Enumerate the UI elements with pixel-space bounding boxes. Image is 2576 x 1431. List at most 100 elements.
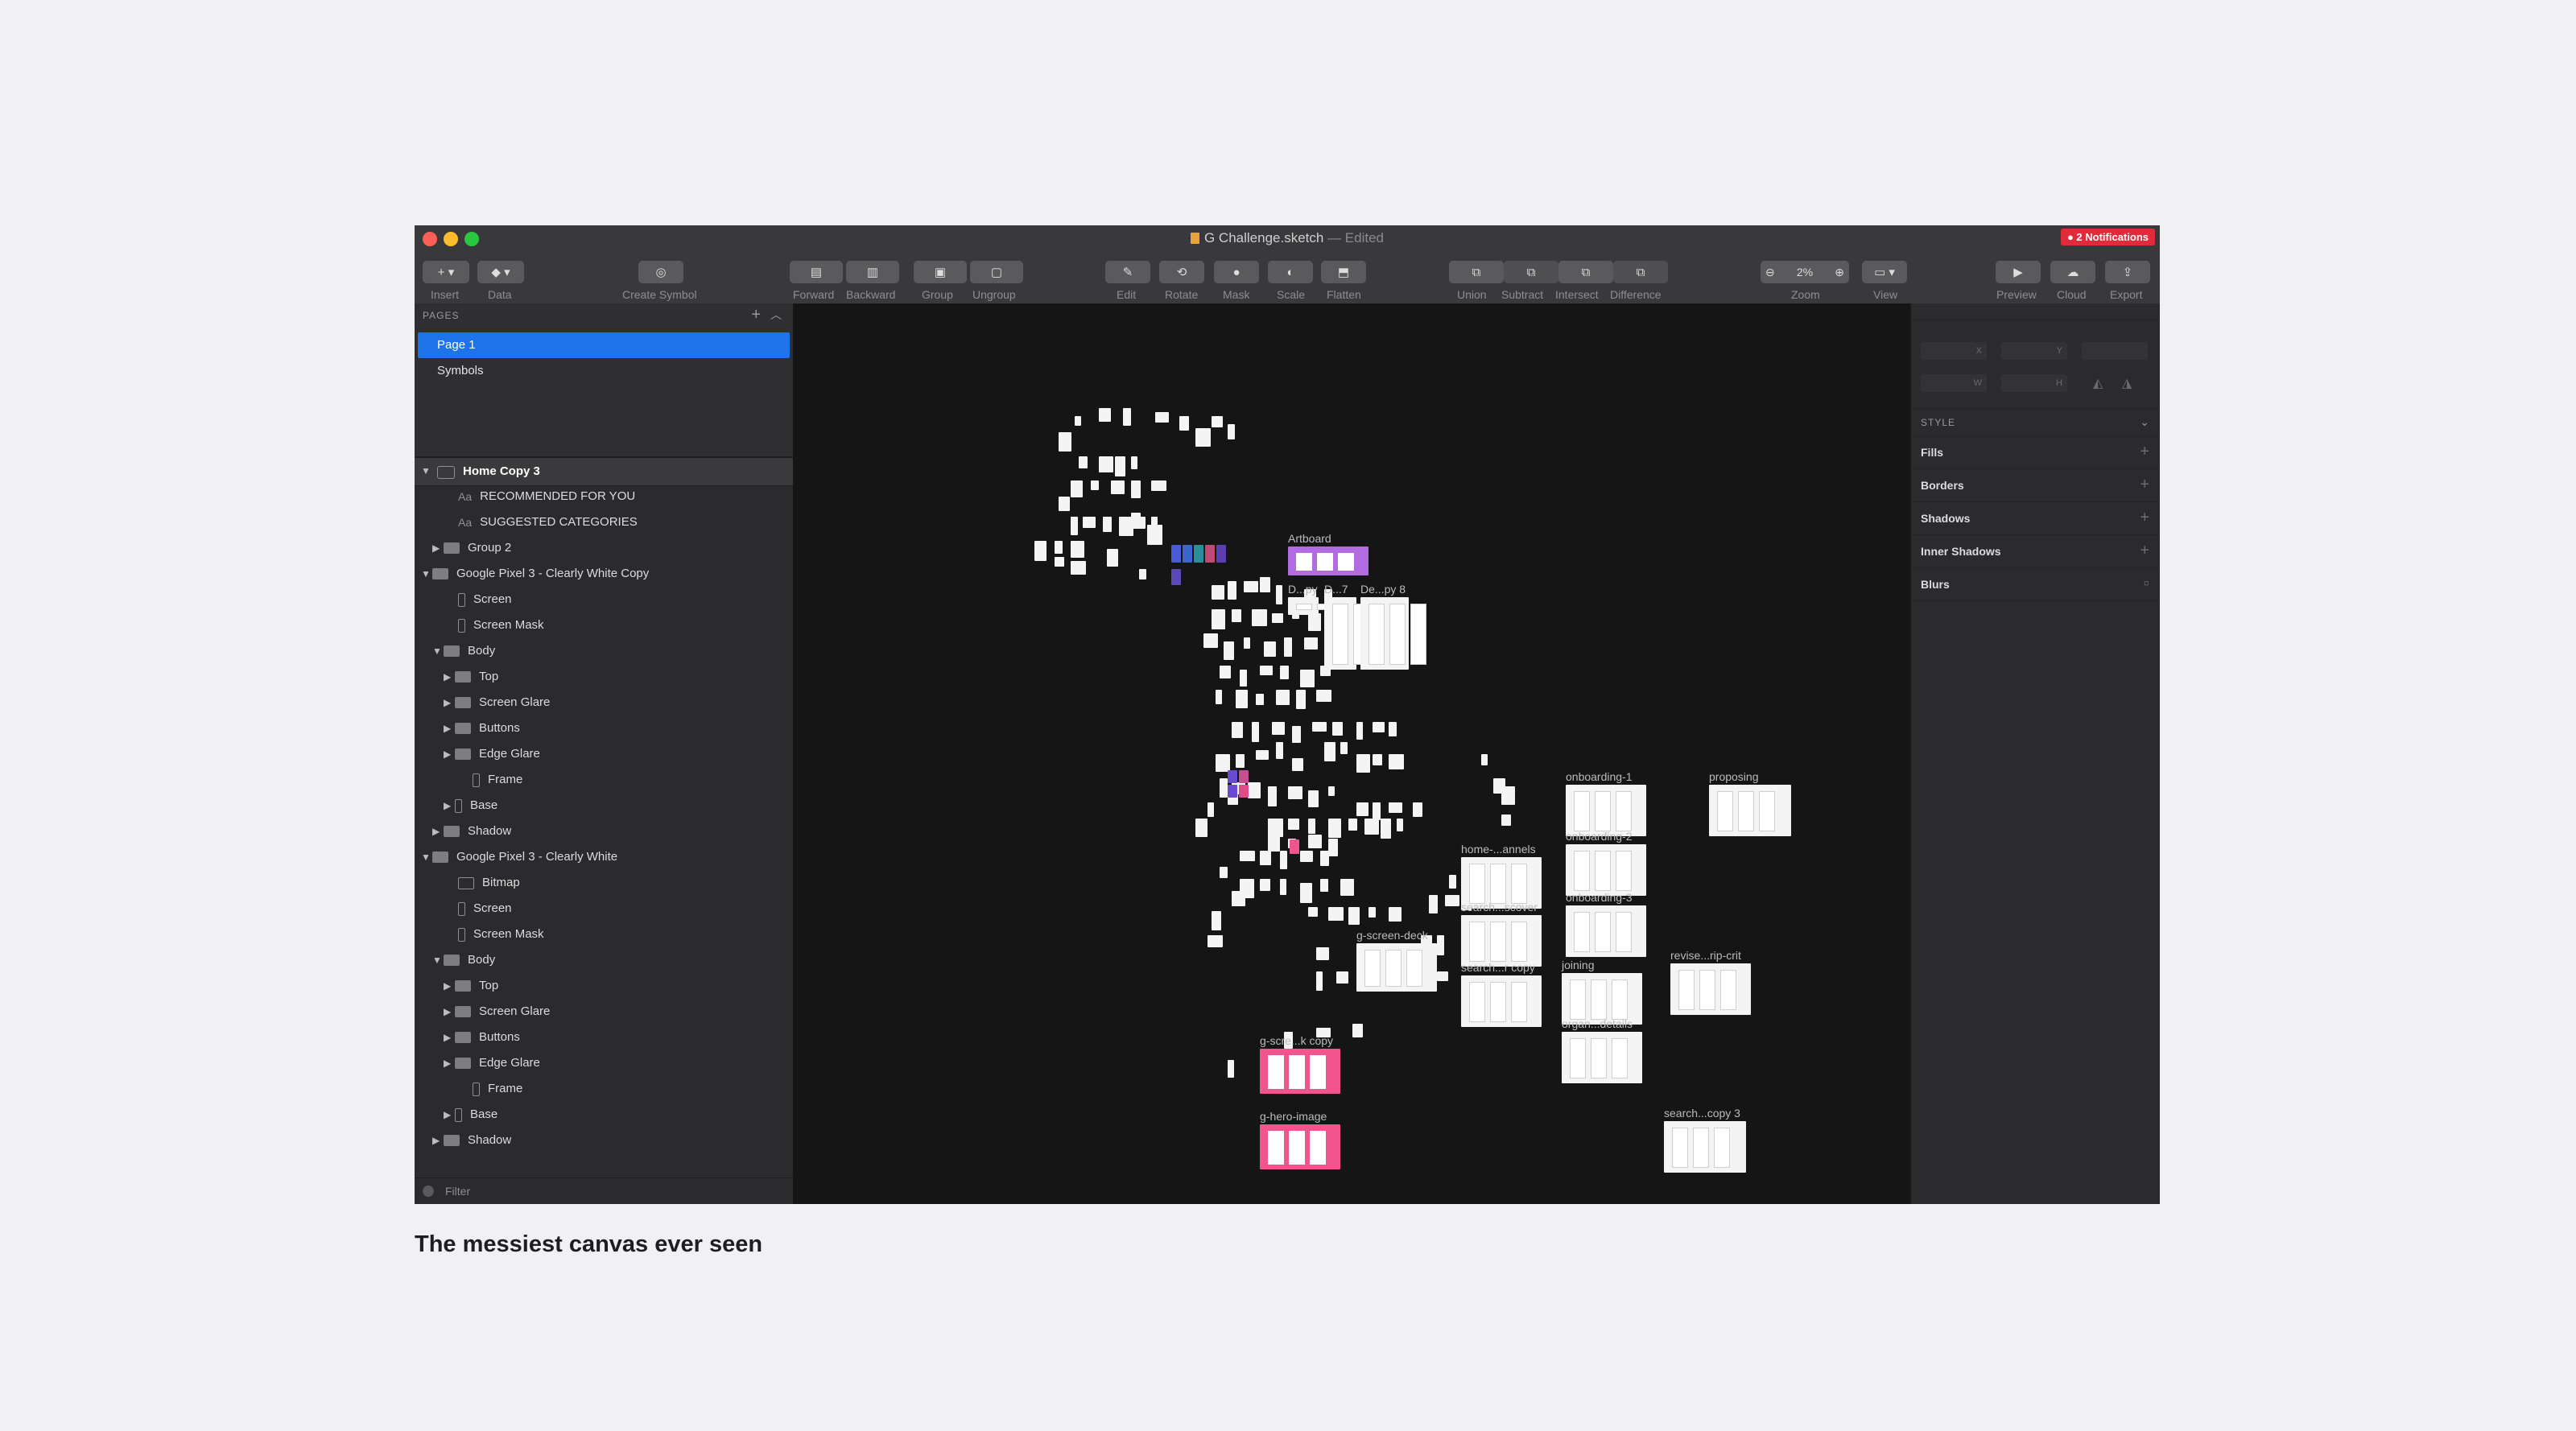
disclosure-right-icon[interactable]: ▶ — [444, 691, 455, 715]
artboard-thumbnail[interactable] — [1212, 585, 1224, 600]
flip-vertical-icon[interactable]: ◮ — [2122, 375, 2132, 391]
layer-item[interactable]: Screen Mask — [447, 922, 544, 946]
disclosure-down-icon[interactable]: ▼ — [421, 465, 431, 476]
artboard-thumbnail[interactable] — [1389, 802, 1402, 813]
layer-item[interactable]: ▶ Shadow — [432, 1128, 511, 1153]
artboard-thumbnail[interactable] — [1244, 637, 1250, 649]
canvas[interactable]: Artboard D...py D...7 De...py 8 onboarding-1… — [793, 303, 1910, 1204]
subtract-button[interactable]: ⧉ — [1504, 261, 1558, 283]
artboard-thumbnail[interactable] — [1308, 907, 1318, 917]
artboard-thumbnail[interactable] — [1232, 891, 1245, 906]
artboard-label[interactable]: onboarding-2 — [1566, 830, 1633, 843]
artboard-thumbnail[interactable] — [1099, 456, 1113, 472]
artboard-onboarding-3[interactable] — [1566, 905, 1646, 957]
disclosure-right-icon[interactable]: ▶ — [444, 665, 455, 689]
data-tool[interactable]: ◆ ▾ Data — [477, 253, 526, 303]
export-button[interactable]: ⇪ — [2105, 261, 2150, 283]
color-swatch-artboard[interactable] — [1228, 785, 1237, 798]
artboard-thumbnail[interactable] — [1099, 408, 1111, 422]
disclosure-right-icon[interactable]: ▶ — [432, 536, 444, 560]
artboard-search-scover[interactable] — [1461, 915, 1542, 967]
layer-item[interactable]: ▶ Shadow — [432, 819, 511, 843]
artboard-thumbnail[interactable] — [1373, 722, 1385, 732]
artboard-thumbnail[interactable] — [1208, 935, 1223, 947]
artboard-thumbnail[interactable] — [1240, 670, 1247, 687]
artboard-thumbnail[interactable] — [1252, 609, 1267, 626]
add-shadow-icon[interactable]: + — [2140, 509, 2149, 527]
artboard-thumbnail[interactable] — [1220, 778, 1228, 798]
artboard-thumbnail[interactable] — [1445, 895, 1459, 906]
style-header[interactable]: STYLE ⌄ — [1911, 408, 2160, 437]
disclosure-right-icon[interactable]: ▶ — [444, 1000, 455, 1024]
artboard-thumbnail[interactable] — [1256, 750, 1269, 760]
artboard-thumbnail[interactable] — [1208, 802, 1214, 817]
artboard-thumbnail[interactable] — [1280, 851, 1287, 869]
artboard-thumbnail[interactable] — [1260, 666, 1273, 675]
artboard-thumbnail[interactable] — [1034, 541, 1046, 561]
zoom-in-icon[interactable]: ⊕ — [1835, 266, 1844, 279]
artboard-thumbnail[interactable] — [1147, 525, 1162, 545]
artboard-thumbnail[interactable] — [1212, 416, 1223, 427]
disclosure-right-icon[interactable]: ▶ — [432, 819, 444, 843]
artboard-label[interactable]: onboarding-3 — [1566, 891, 1633, 904]
artboard-thumbnail[interactable] — [1212, 911, 1221, 930]
artboard-thumbnail[interactable] — [1397, 819, 1403, 831]
backward-button[interactable]: ▥ — [846, 261, 899, 283]
artboard-thumbnail[interactable] — [1501, 814, 1511, 826]
disclosure-down-icon[interactable]: ▼ — [421, 562, 432, 586]
artboard-thumbnail[interactable] — [1356, 754, 1370, 773]
artboard-thumbnail[interactable] — [1179, 416, 1189, 431]
layer-item[interactable]: ▶ Base — [444, 1103, 497, 1127]
blurs-row[interactable]: Blurs ▫ — [1911, 568, 2160, 601]
disclosure-right-icon[interactable]: ▶ — [432, 1128, 444, 1153]
difference-button[interactable]: ⧉ — [1613, 261, 1668, 283]
color-swatch-artboard[interactable] — [1171, 545, 1181, 563]
artboard-thumbnail[interactable] — [1055, 541, 1063, 554]
artboard-thumbnail[interactable] — [1203, 633, 1218, 648]
disclosure-right-icon[interactable]: ▶ — [444, 1051, 455, 1075]
artboard-thumbnail[interactable] — [1075, 416, 1081, 426]
artboard-thumbnail[interactable] — [1280, 879, 1286, 895]
artboard-g-hero-image[interactable] — [1260, 1124, 1340, 1169]
artboard-thumbnail[interactable] — [1296, 690, 1306, 709]
artboard-thumbnail[interactable] — [1055, 557, 1064, 567]
union-button[interactable]: ⧉ — [1449, 261, 1504, 283]
artboard-thumbnail[interactable] — [1260, 577, 1270, 592]
blur-settings-icon[interactable]: ▫ — [2144, 575, 2149, 593]
artboard-label[interactable]: D...7 — [1324, 583, 1348, 596]
artboard-thumbnail[interactable] — [1373, 802, 1381, 820]
view-icon[interactable]: ▭ ▾ — [1862, 261, 1907, 283]
layer-item[interactable]: ▼ Body — [432, 948, 495, 972]
artboard-thumbnail[interactable] — [1320, 851, 1329, 866]
artboard-thumbnail[interactable] — [1071, 561, 1086, 575]
artboard-thumbnail[interactable] — [1091, 480, 1099, 490]
layer-item[interactable]: ▼ Body — [432, 639, 495, 663]
layer-item[interactable]: ▶ Edge Glare — [444, 1051, 540, 1075]
artboard-thumbnail[interactable] — [1236, 754, 1245, 768]
artboard-label[interactable]: search...scover — [1461, 901, 1538, 913]
artboard-label[interactable]: onboarding-1 — [1566, 770, 1633, 783]
layer-item[interactable]: ▶ Buttons — [444, 716, 520, 740]
artboard-thumbnail[interactable] — [1328, 819, 1341, 838]
artboard-thumbnail[interactable] — [1413, 802, 1422, 817]
chevron-down-icon[interactable]: ⌄ — [2140, 415, 2149, 429]
artboard-thumbnail[interactable] — [1079, 456, 1088, 468]
artboard-thumbnail[interactable] — [1356, 802, 1368, 816]
artboard-thumbnail[interactable] — [1232, 722, 1243, 738]
ungroup-button[interactable]: ▢ — [970, 261, 1023, 283]
artboard-thumbnail[interactable] — [1364, 819, 1379, 835]
page-item-symbols[interactable]: Symbols — [418, 358, 790, 384]
layer-item[interactable]: Screen Mask — [447, 613, 544, 637]
artboard-thumbnail[interactable] — [1071, 480, 1083, 497]
artboard-thumbnail[interactable] — [1316, 690, 1331, 702]
artboard-organ-details[interactable] — [1562, 1032, 1642, 1083]
color-swatch-artboard[interactable] — [1216, 545, 1226, 563]
artboard-thumbnail[interactable] — [1316, 947, 1329, 960]
create-symbol-tool[interactable]: ◎ Create Symbol — [608, 253, 704, 303]
artboard-thumbnail[interactable] — [1220, 666, 1231, 678]
disclosure-down-icon[interactable]: ▼ — [421, 845, 432, 869]
artboard-thumbnail[interactable] — [1340, 742, 1348, 754]
artboard-thumbnail[interactable] — [1308, 790, 1319, 807]
color-swatch-artboard[interactable] — [1290, 839, 1299, 854]
disclosure-down-icon[interactable]: ▼ — [432, 948, 444, 972]
